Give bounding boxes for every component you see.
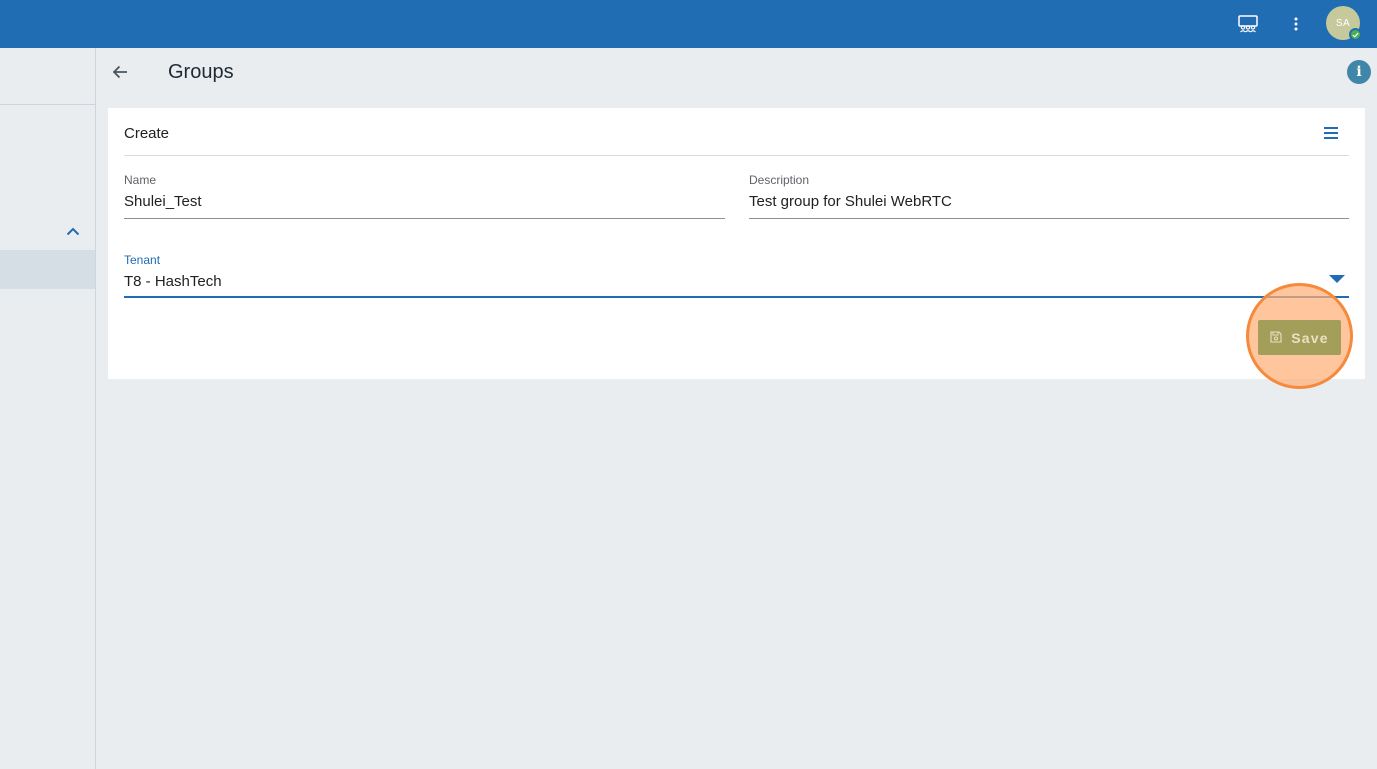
avatar-initials: SA [1335, 17, 1351, 29]
floppy-disk-icon [1270, 330, 1282, 346]
page-title: Groups [168, 61, 234, 83]
rooms-icon[interactable] [1232, 8, 1264, 40]
card-title: Create [124, 125, 170, 142]
sidebar-item-active[interactable] [0, 250, 95, 289]
top-app-bar: SA [0, 0, 1377, 48]
sidebar [0, 48, 96, 769]
tenant-label: Tenant [124, 253, 161, 267]
description-field: Description Test group for Shulei WebRTC [749, 173, 1349, 219]
tenant-select[interactable]: T8 - HashTech [124, 272, 1349, 298]
user-avatar[interactable]: SA [1326, 6, 1362, 41]
save-button[interactable]: Save [1258, 320, 1341, 355]
card-divider [124, 155, 1349, 156]
chevron-up-icon[interactable] [62, 220, 84, 242]
dropdown-arrow-icon[interactable] [1329, 275, 1345, 283]
description-input[interactable]: Test group for Shulei WebRTC [749, 192, 1349, 219]
more-vertical-icon[interactable] [1280, 8, 1312, 40]
name-input[interactable]: Shulei_Test [124, 192, 725, 219]
tenant-field: Tenant T8 - HashTech [124, 253, 1349, 298]
description-label: Description [749, 173, 810, 187]
info-icon[interactable]: i [1347, 60, 1371, 84]
name-field: Name Shulei_Test [124, 173, 725, 219]
menu-icon[interactable] [1320, 122, 1342, 144]
online-status-icon [1349, 28, 1362, 41]
save-label: Save [1291, 329, 1329, 346]
name-label: Name [124, 173, 157, 187]
back-arrow-icon[interactable] [106, 58, 134, 86]
sidebar-header [0, 48, 95, 105]
create-group-card: Create Name Shulei_Test Description Test… [108, 108, 1365, 379]
